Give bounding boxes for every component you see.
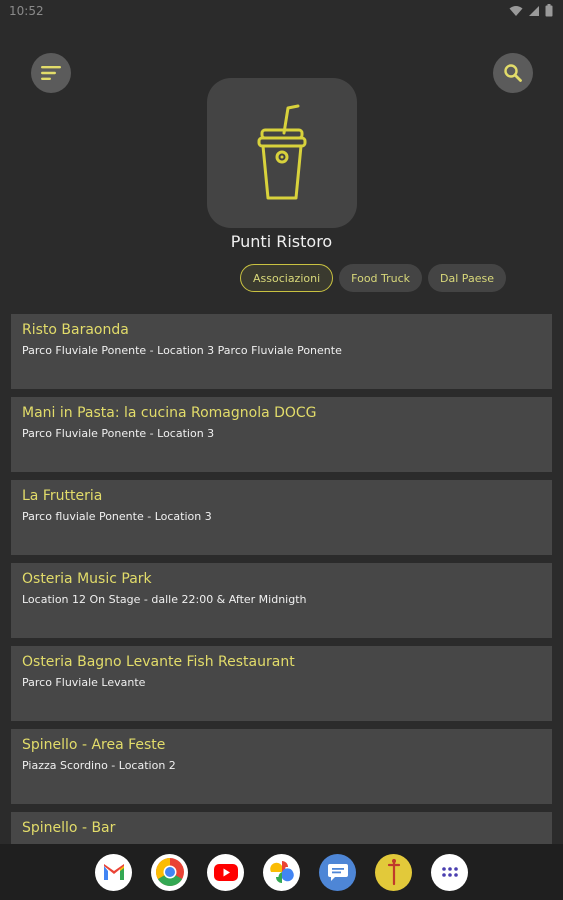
search-button[interactable] xyxy=(493,53,533,93)
chip-dal-paese[interactable]: Dal Paese xyxy=(428,264,506,292)
list-item[interactable]: Risto Baraonda Parco Fluviale Ponente - … xyxy=(11,314,552,389)
gmail-icon[interactable] xyxy=(95,853,132,891)
youtube-icon[interactable] xyxy=(207,853,244,891)
drink-cup-icon xyxy=(257,104,307,200)
list-item-subtitle: Parco Fluviale Levante xyxy=(22,676,146,689)
list-item[interactable]: La Frutteria Parco fluviale Ponente - Lo… xyxy=(11,480,552,555)
status-time: 10:52 xyxy=(9,4,44,18)
app-drawer-icon[interactable] xyxy=(431,853,468,891)
event-app-icon[interactable] xyxy=(375,853,412,891)
list-item[interactable]: Spinello - Bar xyxy=(11,812,552,844)
wifi-icon xyxy=(509,5,523,16)
menu-button[interactable] xyxy=(31,53,71,93)
list-item[interactable]: Osteria Music Park Location 12 On Stage … xyxy=(11,563,552,638)
category-icon-tile xyxy=(207,78,357,228)
search-icon xyxy=(504,64,522,82)
list-item-title: Spinello - Area Feste xyxy=(22,737,166,753)
status-icons xyxy=(509,4,553,17)
list-item-subtitle: Parco Fluviale Ponente - Location 3 xyxy=(22,427,215,440)
list-item[interactable]: Osteria Bagno Levante Fish Restaurant Pa… xyxy=(11,646,552,721)
list-item-title: Osteria Bagno Levante Fish Restaurant xyxy=(22,654,295,670)
chip-associazioni[interactable]: Associazioni xyxy=(240,264,334,292)
list-item-title: Osteria Music Park xyxy=(22,571,152,587)
places-list[interactable]: Risto Baraonda Parco Fluviale Ponente - … xyxy=(11,314,552,844)
list-item[interactable]: Spinello - Area Feste Piazza Scordino - … xyxy=(11,729,552,804)
list-item-title: La Frutteria xyxy=(22,488,103,504)
list-item-subtitle: Parco Fluviale Ponente - Location 3 Parc… xyxy=(22,344,342,357)
messages-icon[interactable] xyxy=(319,853,356,891)
list-item-title: Mani in Pasta: la cucina Romagnola DOCG xyxy=(22,405,317,421)
list-item[interactable]: Mani in Pasta: la cucina Romagnola DOCG … xyxy=(11,397,552,472)
app-dock xyxy=(0,844,563,900)
filter-menu-icon xyxy=(41,66,61,80)
list-item-title: Risto Baraonda xyxy=(22,322,129,338)
chrome-icon[interactable] xyxy=(151,853,188,891)
list-item-title: Spinello - Bar xyxy=(22,820,116,836)
list-item-subtitle: Piazza Scordino - Location 2 xyxy=(22,759,176,772)
filter-chips: Associazioni Food Truck Dal Paese xyxy=(240,264,506,292)
page-title: Punti Ristoro xyxy=(230,232,333,251)
list-item-subtitle: Location 12 On Stage - dalle 22:00 & Aft… xyxy=(22,593,307,606)
signal-icon xyxy=(529,5,539,16)
status-bar: 10:52 xyxy=(0,0,563,24)
chip-food-truck[interactable]: Food Truck xyxy=(339,264,423,292)
list-item-subtitle: Parco fluviale Ponente - Location 3 xyxy=(22,510,212,523)
photos-icon[interactable] xyxy=(263,853,300,891)
battery-icon xyxy=(545,4,553,17)
